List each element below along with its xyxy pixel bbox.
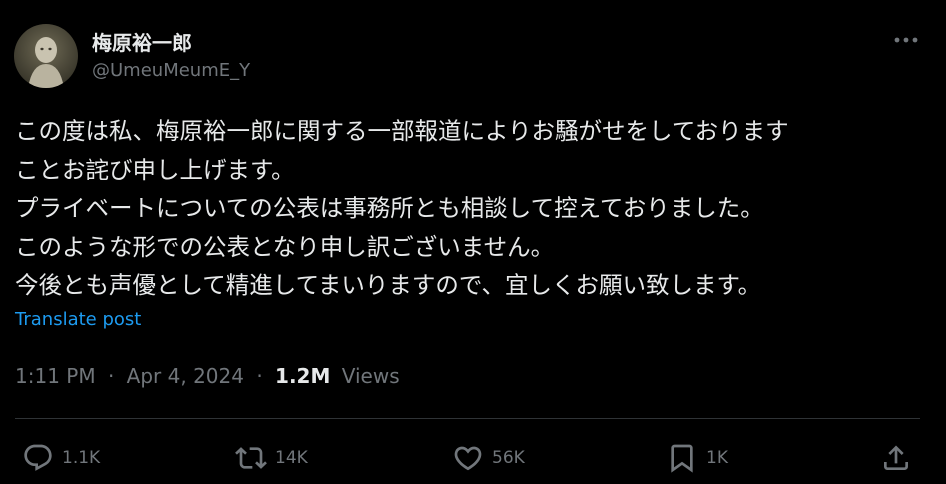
views-label: Views — [341, 364, 400, 388]
like-icon — [454, 446, 482, 471]
like-button[interactable]: 56K — [452, 438, 525, 478]
action-bar: 1.1K 14K 56K 1K — [0, 438, 946, 478]
more-icon — [894, 37, 918, 43]
post-time[interactable]: 1:11 PM — [15, 364, 96, 388]
divider — [15, 418, 920, 419]
post-date[interactable]: Apr 4, 2024 — [127, 364, 244, 388]
meta-separator: · — [107, 364, 115, 388]
bookmark-button[interactable]: 1K — [666, 438, 728, 478]
bookmark-count: 1K — [706, 448, 728, 468]
translate-post-link[interactable]: Translate post — [15, 309, 141, 330]
repost-icon — [235, 447, 267, 469]
post-meta: 1:11 PM · Apr 4, 2024 · 1.2M Views — [15, 364, 400, 388]
post-text-line: ことお詫び申し上げます。 — [15, 155, 295, 184]
post-text: この度は私、梅原裕一郎に関する一部報道によりお騒がせをしております ことお詫び申… — [15, 112, 935, 305]
display-name[interactable]: 梅原裕一郎 — [92, 27, 192, 56]
post-text-line: プライベートについての公表は事務所とも相談して控えておりました。 — [15, 194, 764, 222]
reply-button[interactable]: 1.1K — [22, 438, 100, 478]
share-button[interactable] — [880, 438, 912, 478]
views-count[interactable]: 1.2M — [275, 364, 330, 388]
post: 梅原裕一郎 @UmeuMeumE_Y この度は私、梅原裕一郎に関する一部報道によ… — [0, 0, 946, 484]
user-handle[interactable]: @UmeuMeumE_Y — [92, 60, 250, 81]
post-text-line: このような形での公表となり申し訳ございません。 — [15, 232, 555, 261]
repost-button[interactable]: 14K — [235, 438, 308, 478]
repost-count: 14K — [275, 448, 308, 468]
reply-count: 1.1K — [62, 448, 101, 468]
post-text-line: 今後とも声優として精進してまいりますので、宜しくお願い致します。 — [15, 271, 762, 299]
bookmark-icon — [671, 444, 693, 473]
share-icon — [884, 445, 908, 470]
meta-separator: · — [256, 364, 263, 388]
post-text-line: この度は私、梅原裕一郎に関する一部報道によりお騒がせをしております — [15, 117, 789, 145]
more-button[interactable] — [892, 28, 920, 52]
reply-icon — [24, 444, 52, 471]
like-count: 56K — [492, 448, 525, 468]
avatar[interactable] — [14, 24, 78, 88]
